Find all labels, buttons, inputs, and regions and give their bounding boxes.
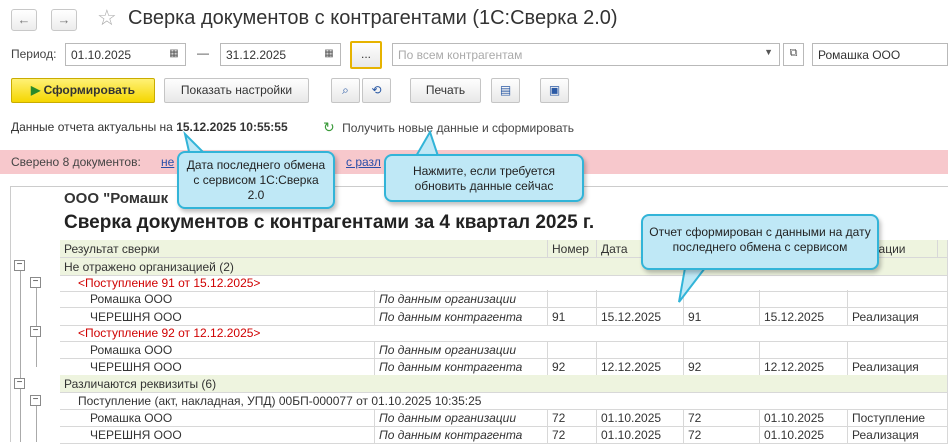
callout-refresh-hint: Нажмите, если требуется обновить данные …	[384, 154, 584, 202]
callout-last-exchange: Дата последнего обмена с сервисом 1С:Све…	[177, 151, 335, 209]
callout-report-note: Отчет сформирован с данными на дату посл…	[641, 214, 879, 270]
callout-pointer-report	[678, 267, 708, 303]
